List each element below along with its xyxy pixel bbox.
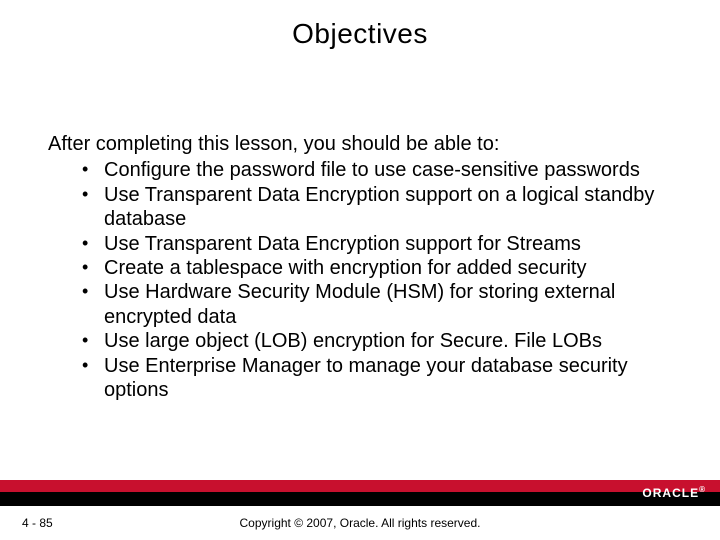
objectives-list: Configure the password file to use case-… [48,158,680,402]
list-item: Use large object (LOB) encryption for Se… [82,329,680,353]
list-item: Use Enterprise Manager to manage your da… [82,354,680,403]
accent-bar-red [0,480,720,492]
slide-title: Objectives [0,18,720,50]
list-item: Use Transparent Data Encryption support … [82,183,680,232]
list-item: Configure the password file to use case-… [82,158,680,182]
accent-bar-black [0,492,720,506]
logo-text: ORACLE [642,486,699,500]
list-item: Create a tablespace with encryption for … [82,256,680,280]
list-item: Use Hardware Security Module (HSM) for s… [82,280,680,329]
list-item: Use Transparent Data Encryption support … [82,232,680,256]
copyright-text: Copyright © 2007, Oracle. All rights res… [0,516,720,530]
oracle-logo: ORACLE® [642,482,706,504]
footer-bar: ORACLE® [0,480,720,506]
slide-body: After completing this lesson, you should… [48,132,680,402]
intro-text: After completing this lesson, you should… [48,132,680,156]
registered-mark: ® [699,485,706,494]
slide: Objectives After completing this lesson,… [0,0,720,540]
